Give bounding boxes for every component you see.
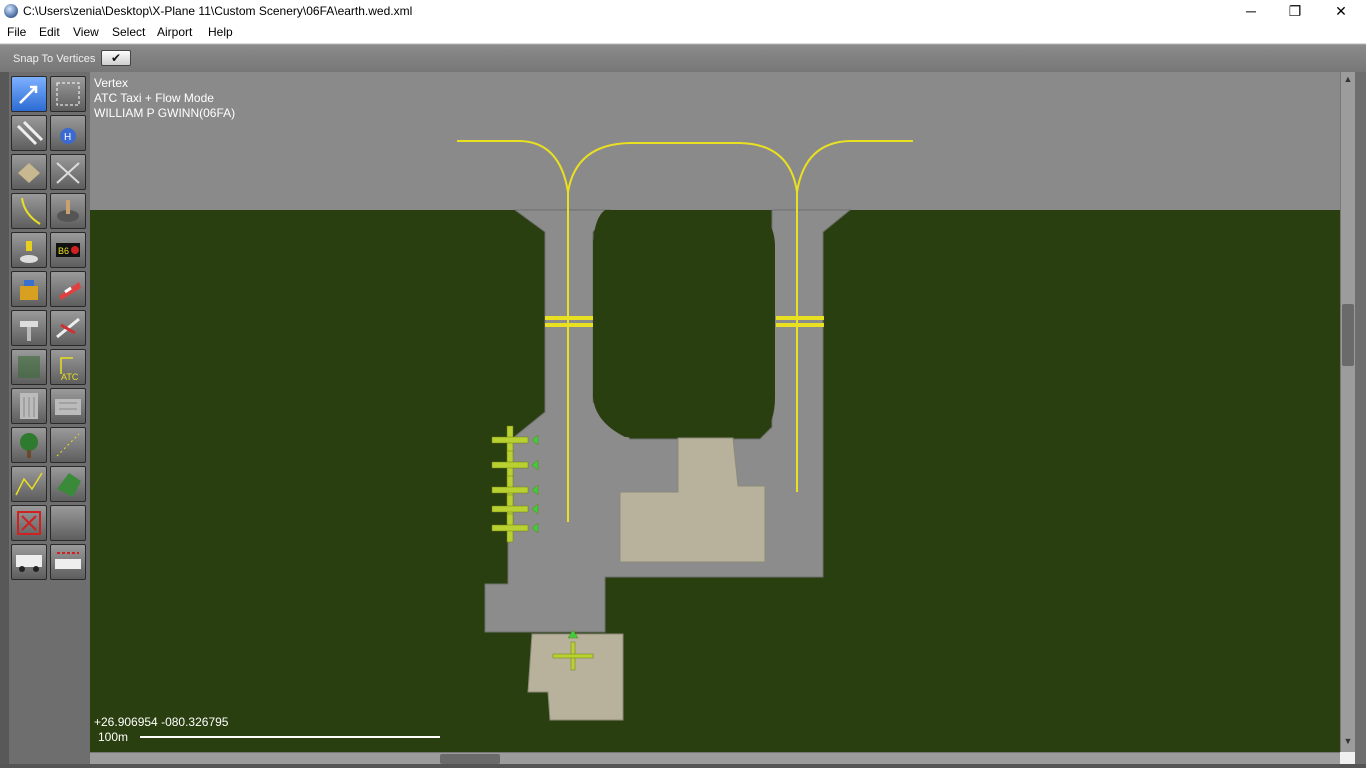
horizontal-scroll-thumb[interactable] (440, 754, 500, 764)
svg-text:ATC: ATC (61, 372, 79, 382)
menu-file[interactable]: File (7, 25, 26, 39)
object-string-tool-button[interactable] (50, 427, 86, 463)
facade-tool-icon (20, 393, 38, 419)
object-string-tool-icon (56, 433, 80, 457)
line-tool-button[interactable] (11, 466, 47, 502)
truck-parking-tool-icon (16, 555, 42, 572)
atc-taxi-tool-button[interactable] (11, 349, 47, 385)
maximize-button[interactable]: ❐ (1272, 0, 1318, 22)
scroll-down-arrow-icon[interactable]: ▼ (1341, 736, 1355, 746)
vertex-tool-button[interactable] (11, 76, 47, 112)
sign-tool-button[interactable]: B6 (50, 232, 86, 268)
beacon-tool-button[interactable] (11, 310, 47, 346)
tool-palette-edge (0, 72, 9, 768)
vertical-scroll-thumb[interactable] (1342, 304, 1354, 366)
menu-view[interactable]: View (73, 25, 99, 39)
vertex-tool-icon (19, 85, 38, 104)
taxiline-tool-icon (21, 197, 41, 225)
atc-taxi-tool-icon (18, 356, 40, 378)
scale-bar-label: 100m (98, 730, 129, 744)
mode-label: ATC Taxi + Flow Mode (94, 91, 214, 105)
runway-pavement (90, 72, 1340, 210)
scale-bar (140, 736, 440, 738)
vertical-scrollbar[interactable]: ▲ ▼ (1340, 72, 1355, 752)
line-tool-icon (15, 472, 43, 496)
menu-help[interactable]: Help (208, 25, 233, 39)
windsock-tool-button[interactable] (50, 271, 86, 307)
svg-text:H: H (64, 132, 71, 143)
blank-tool-icon (51, 506, 85, 540)
airport-map (90, 72, 1340, 752)
snap-to-vertices-checkbox[interactable]: ✔ (101, 50, 131, 66)
polygon-tool-button[interactable] (50, 466, 86, 502)
toolbar: Snap To Vertices ✔ (0, 44, 1366, 73)
snap-to-vertices-label: Snap To Vertices (13, 53, 96, 65)
facade-tool-button[interactable] (11, 388, 47, 424)
map-view[interactable]: Vertex ATC Taxi + Flow Mode WILLIAM P GW… (90, 72, 1340, 752)
boundary-tool-button[interactable] (50, 193, 86, 229)
helipad-tool-icon: H (60, 128, 76, 144)
truck-parking-tool-button[interactable] (11, 544, 47, 580)
app-globe-icon (4, 4, 18, 18)
menu-bar: File Edit View Select Airport Help (0, 22, 1366, 44)
menu-edit[interactable]: Edit (39, 25, 60, 39)
light-tool-button[interactable] (11, 232, 47, 268)
title-bar: C:\Users\zenia\Desktop\X-Plane 11\Custom… (0, 0, 1366, 22)
svg-text:B6: B6 (58, 246, 69, 256)
sign-tool-icon: B6 (56, 243, 80, 257)
blank-tool-button[interactable] (50, 505, 86, 541)
right-border (1355, 72, 1366, 768)
marquee-tool-button[interactable] (50, 76, 86, 112)
runway-tool-button[interactable] (11, 115, 47, 151)
windsock-tool-icon (59, 282, 81, 300)
minimize-button[interactable]: ─ (1228, 0, 1274, 22)
tower-tool-icon (20, 280, 38, 300)
runway-tool-icon (16, 120, 44, 146)
menu-select[interactable]: Select (112, 25, 145, 39)
truck-destination-tool-icon (55, 552, 81, 569)
forest-tool-button[interactable] (11, 427, 47, 463)
light-tool-icon (20, 241, 38, 263)
truck-destination-tool-button[interactable] (50, 544, 86, 580)
menu-airport[interactable]: Airport (157, 25, 192, 39)
close-button[interactable]: ✕ (1318, 0, 1364, 22)
mode-tool-label: Vertex (94, 76, 129, 90)
helipad-tool-button[interactable]: H (50, 115, 86, 151)
taxiway-tool-button[interactable] (11, 154, 47, 190)
airport-label: WILLIAM P GWINN(06FA) (94, 106, 236, 120)
hole-tool-button[interactable] (50, 154, 86, 190)
forest-tool-icon (20, 433, 38, 458)
polygon-tool-icon (57, 473, 81, 497)
atc-flow-tool-icon: ATC (60, 357, 79, 382)
beacon-tool-icon (20, 321, 38, 341)
exclusion-tool-button[interactable] (11, 505, 47, 541)
bottom-border (0, 764, 1366, 768)
tower-tool-button[interactable] (11, 271, 47, 307)
exclusion-tool-icon (17, 511, 41, 535)
facade-2-tool-button[interactable] (50, 388, 86, 424)
ramp-start-tool-icon (56, 317, 80, 339)
taxiline-tool-button[interactable] (11, 193, 47, 229)
taxiway-tool-icon (18, 163, 40, 183)
ramp-start-tool-button[interactable] (50, 310, 86, 346)
atc-flow-tool-button[interactable]: ATC (50, 349, 86, 385)
cursor-coordinates: +26.906954 -080.326795 (94, 715, 229, 729)
hole-tool-icon (56, 162, 80, 184)
scroll-up-arrow-icon[interactable]: ▲ (1341, 74, 1355, 84)
boundary-tool-icon (57, 200, 79, 222)
marquee-tool-icon (56, 82, 80, 106)
facade-2-tool-icon (55, 399, 81, 415)
window-title: C:\Users\zenia\Desktop\X-Plane 11\Custom… (23, 4, 413, 18)
grass-island (593, 210, 775, 437)
